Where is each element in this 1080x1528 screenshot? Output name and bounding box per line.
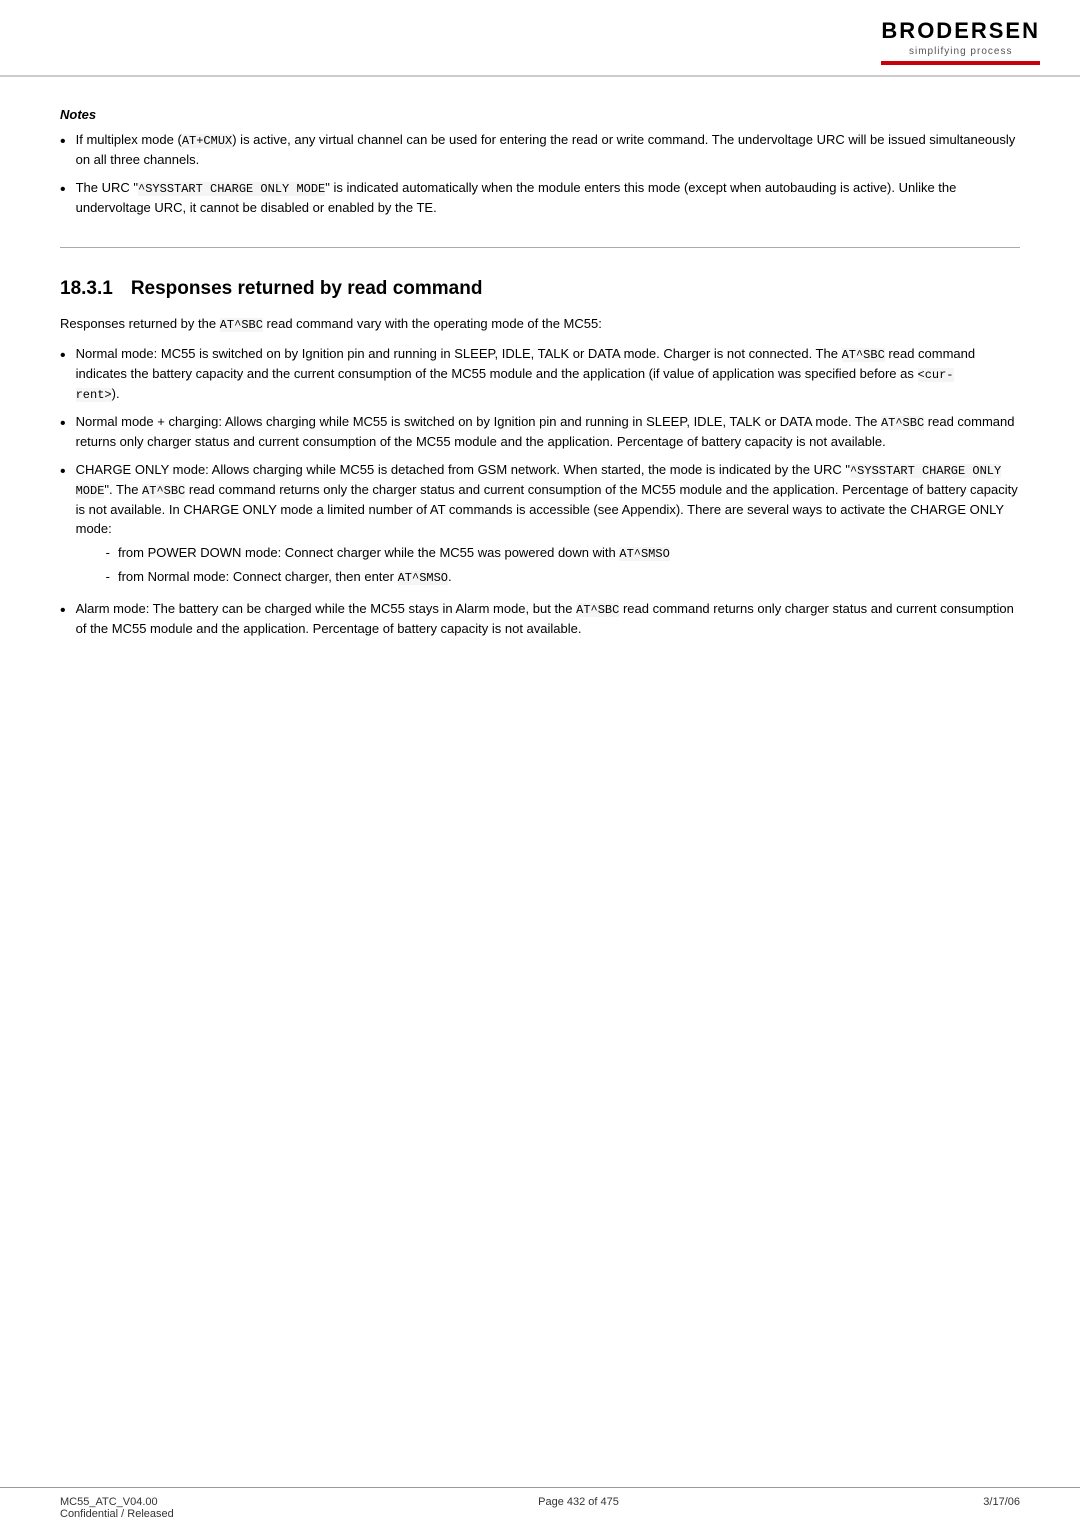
- page: BRODERSEN simplifying process Notes • If…: [0, 0, 1080, 1528]
- list-item: • CHARGE ONLY mode: Allows charging whil…: [60, 460, 1020, 591]
- bullet-icon: •: [60, 460, 66, 484]
- note-item-1-text: If multiplex mode (AT+CMUX) is active, a…: [76, 130, 1020, 170]
- content: Notes • If multiplex mode (AT+CMUX) is a…: [0, 77, 1080, 706]
- section-number: 18.3.1: [60, 278, 113, 300]
- header: BRODERSEN simplifying process: [0, 0, 1080, 77]
- list-item: • The URC "^SYSSTART CHARGE ONLY MODE" i…: [60, 178, 1020, 218]
- sub-bullet-2-text: from Normal mode: Connect charger, then …: [118, 567, 452, 587]
- section-title: Responses returned by read command: [131, 278, 483, 300]
- sub-bullet-icon: -: [106, 567, 110, 587]
- section-bullets: • Normal mode: MC55 is switched on by Ig…: [60, 344, 1020, 638]
- section-heading: 18.3.1 Responses returned by read comman…: [60, 278, 1020, 300]
- bullet-icon: •: [60, 178, 66, 202]
- bullet-2-text: Normal mode + charging: Allows charging …: [76, 412, 1020, 452]
- b4-code1: AT^SBC: [576, 603, 619, 617]
- b2-code1: AT^SBC: [881, 416, 924, 430]
- notes-list: • If multiplex mode (AT+CMUX) is active,…: [60, 130, 1020, 217]
- list-item: • Normal mode: MC55 is switched on by Ig…: [60, 344, 1020, 404]
- bullet-icon: •: [60, 344, 66, 368]
- bullet-icon: •: [60, 130, 66, 154]
- sub-bullet-icon: -: [106, 543, 110, 563]
- note1-code: AT+CMUX: [182, 134, 232, 148]
- notes-title: Notes: [60, 107, 1020, 122]
- sb2-code: AT^SMSO: [398, 571, 448, 585]
- list-item: • Normal mode + charging: Allows chargin…: [60, 412, 1020, 452]
- b3-code2: AT^SBC: [142, 484, 185, 498]
- logo-tagline: simplifying process: [909, 46, 1012, 57]
- logo-area: BRODERSEN simplifying process: [881, 18, 1040, 65]
- sub-bullet-list: - from POWER DOWN mode: Connect charger …: [106, 543, 1020, 587]
- list-item: - from Normal mode: Connect charger, the…: [106, 567, 1020, 587]
- footer: MC55_ATC_V04.00 Confidential / Released …: [0, 1487, 1080, 1528]
- sb1-code: AT^SMSO: [619, 547, 669, 561]
- bullet-icon: •: [60, 412, 66, 436]
- b3-code1: ^SYSSTART CHARGE ONLY MODE: [76, 464, 1002, 498]
- section-divider-line: [60, 247, 1020, 248]
- note2-code: ^SYSSTART CHARGE ONLY MODE: [138, 182, 325, 196]
- note-item-2-text: The URC "^SYSSTART CHARGE ONLY MODE" is …: [76, 178, 1020, 218]
- section-intro: Responses returned by the AT^SBC read co…: [60, 314, 1020, 334]
- bullet-icon: •: [60, 599, 66, 623]
- logo-bar: [881, 61, 1040, 65]
- footer-date: 3/17/06: [983, 1496, 1020, 1520]
- bullet-1-text: Normal mode: MC55 is switched on by Igni…: [76, 344, 1020, 404]
- sub-bullet-1-text: from POWER DOWN mode: Connect charger wh…: [118, 543, 670, 563]
- intro-code: AT^SBC: [220, 318, 263, 332]
- footer-page: Page 432 of 475: [538, 1496, 619, 1520]
- b1-code1: AT^SBC: [842, 348, 885, 362]
- notes-section: Notes • If multiplex mode (AT+CMUX) is a…: [60, 107, 1020, 217]
- bullet-4-text: Alarm mode: The battery can be charged w…: [76, 599, 1020, 639]
- list-item: • If multiplex mode (AT+CMUX) is active,…: [60, 130, 1020, 170]
- bullet-3-text: CHARGE ONLY mode: Allows charging while …: [76, 460, 1020, 591]
- footer-left: MC55_ATC_V04.00 Confidential / Released: [60, 1496, 174, 1520]
- list-item: • Alarm mode: The battery can be charged…: [60, 599, 1020, 639]
- footer-doc-id: MC55_ATC_V04.00: [60, 1496, 174, 1508]
- list-item: - from POWER DOWN mode: Connect charger …: [106, 543, 1020, 563]
- footer-status: Confidential / Released: [60, 1508, 174, 1520]
- b1-code2: <cur-rent>: [76, 368, 954, 402]
- logo-text: BRODERSEN: [881, 18, 1040, 44]
